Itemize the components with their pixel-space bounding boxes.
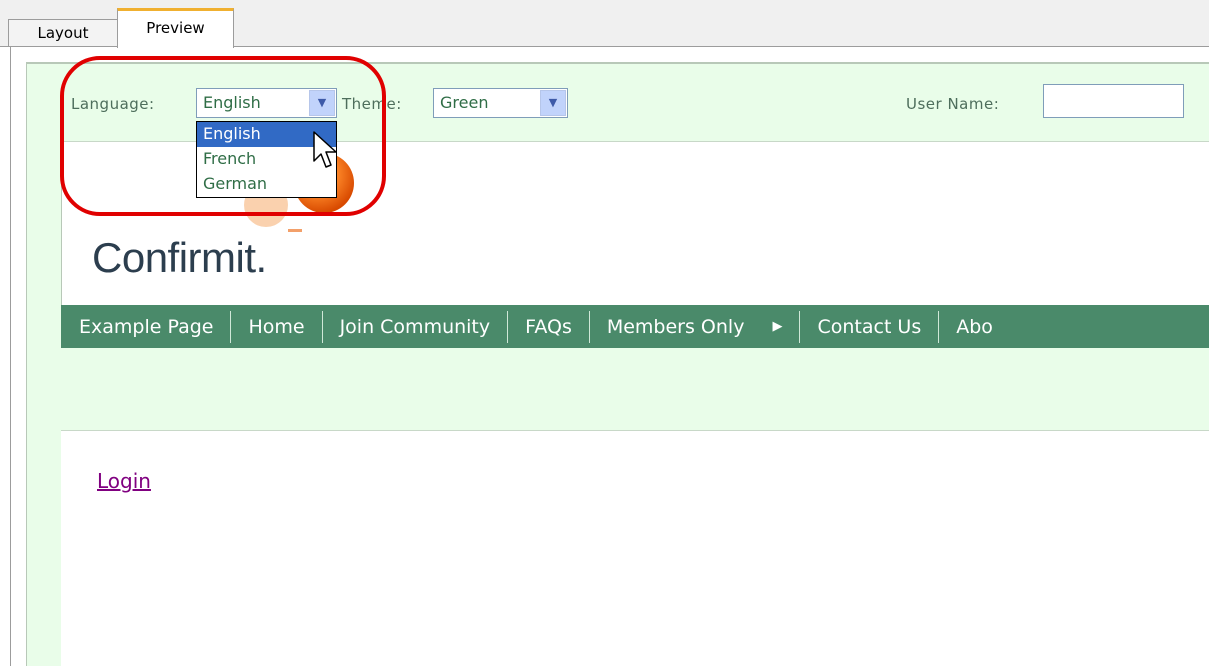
nav-item-example-page[interactable]: Example Page: [61, 311, 230, 343]
mouse-pointer-icon: [313, 131, 337, 168]
nav-item-join-community[interactable]: Join Community: [321, 310, 508, 343]
content-area: [61, 431, 1209, 666]
brand-logo-text: Confirmit.: [92, 234, 267, 281]
username-label: User Name:: [906, 95, 1000, 113]
nav-item-faqs[interactable]: FAQs: [507, 310, 589, 343]
tab-preview[interactable]: Preview: [117, 8, 234, 48]
username-input[interactable]: [1043, 84, 1184, 118]
tab-strip: Layout Preview: [0, 0, 1209, 48]
left-frame: [26, 62, 62, 666]
nav-item-members-only[interactable]: Members Only ▶: [588, 310, 800, 343]
tab-layout[interactable]: Layout: [8, 19, 118, 47]
theme-select[interactable]: Green ▼: [433, 88, 568, 118]
theme-select-value: Green: [440, 93, 489, 112]
nav-item-home[interactable]: Home: [230, 310, 321, 343]
nav-item-about[interactable]: Abo: [938, 310, 1010, 343]
main-nav: Example Page Home Join Community FAQs Me…: [61, 305, 1209, 348]
outer-frame: [10, 47, 27, 666]
chevron-down-icon[interactable]: ▼: [540, 90, 566, 116]
submenu-arrow-icon: ▶: [772, 318, 783, 334]
nav-item-label: Members Only: [606, 315, 745, 338]
nav-item-contact-us[interactable]: Contact Us: [799, 310, 938, 343]
login-link[interactable]: Login: [97, 469, 151, 493]
sub-header-bar: [61, 348, 1209, 431]
